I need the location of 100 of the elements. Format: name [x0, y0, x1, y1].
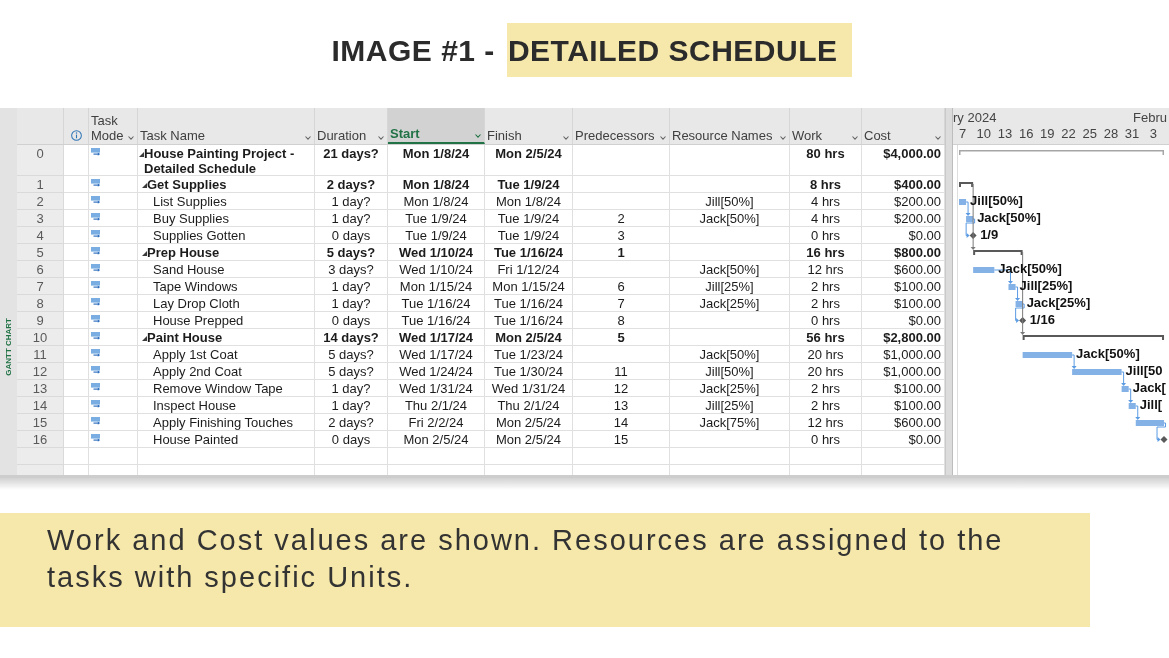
caption-text: Work and Cost values are shown. Resources are assigned to the tasks with specific Units. [47, 523, 1005, 595]
start-date-cell: Mon 1/8/24 [388, 193, 485, 210]
task-name-text: List Supplies [153, 194, 227, 209]
dependency-arrow [1135, 405, 1141, 420]
bar-label: Jack[25%] [1026, 294, 1091, 310]
dropdown-caret-icon[interactable] [305, 136, 311, 140]
row-number-cell[interactable]: 16 [17, 431, 64, 448]
dependency-arrow [1121, 371, 1127, 386]
duration-cell: 5 days? [315, 363, 388, 380]
row-number-cell[interactable]: 1 [17, 176, 64, 193]
duration-cell: 5 days? [315, 346, 388, 363]
dropdown-caret-icon[interactable] [852, 136, 858, 140]
row-number-cell[interactable]: 11 [17, 346, 64, 363]
dropdown-caret-icon[interactable] [935, 136, 941, 140]
row-number-cell[interactable]: 10 [17, 329, 64, 346]
finish-date-cell: Tue 1/9/24 [485, 227, 573, 244]
task-bar [1128, 403, 1136, 409]
cost-cell: $100.00 [862, 278, 945, 295]
collapse-arrow-icon[interactable] [142, 336, 147, 341]
predecessors-cell: 14 [573, 414, 670, 431]
task-name-text: Apply Finishing Touches [153, 415, 293, 430]
dependency-arrow [1128, 388, 1134, 403]
row-number-cell[interactable] [17, 448, 64, 465]
predecessors-cell: 11 [573, 363, 670, 380]
task-name-text: Paint House [147, 330, 223, 345]
task-name-text: Supplies Gotten [153, 228, 246, 243]
timescale-day-label: 16 [1017, 126, 1035, 141]
resource-names-cell: Jack[75%] [670, 414, 790, 431]
dropdown-caret-icon[interactable] [128, 136, 134, 140]
row-number-cell[interactable]: 9 [17, 312, 64, 329]
timescale-day-label: 28 [1102, 126, 1120, 141]
row-number-cell[interactable]: 8 [17, 295, 64, 312]
bar-label: Jill[25%] [1019, 277, 1073, 293]
collapse-arrow-icon[interactable] [139, 152, 144, 157]
dropdown-caret-icon[interactable] [378, 136, 384, 140]
column-header[interactable]: Task Mode [89, 108, 138, 144]
predecessors-cell: 13 [573, 397, 670, 414]
row-number-cell[interactable]: 4 [17, 227, 64, 244]
start-date-cell: Wed 1/17/24 [388, 346, 485, 363]
finish-date-cell: Tue 1/16/24 [485, 312, 573, 329]
task-name-text: Apply 1st Coat [153, 347, 238, 362]
column-header[interactable]: Resource Names [670, 108, 790, 144]
duration-cell: 2 days? [315, 414, 388, 431]
dropdown-caret-icon[interactable] [475, 134, 481, 138]
highlighted-title-text: DETAILED SCHEDULE [506, 23, 852, 77]
work-cell: 0 hrs [790, 227, 862, 244]
duration-cell: 14 days? [315, 329, 388, 346]
duration-cell: 5 days? [315, 244, 388, 261]
start-date-cell: Wed 1/24/24 [388, 363, 485, 380]
row-number-cell[interactable]: 7 [17, 278, 64, 295]
start-date-cell: Wed 1/31/24 [388, 380, 485, 397]
finish-date-cell: Tue 1/16/24 [485, 244, 573, 261]
cost-cell: $800.00 [862, 244, 945, 261]
finish-date-cell: Tue 1/9/24 [485, 176, 573, 193]
row-number-cell[interactable]: 13 [17, 380, 64, 397]
predecessors-cell: 6 [573, 278, 670, 295]
column-header[interactable]: Work [790, 108, 862, 144]
row-number-cell[interactable]: 0 [17, 145, 64, 176]
collapse-arrow-icon[interactable] [142, 251, 147, 256]
view-label[interactable]: GANTT CHART [4, 318, 13, 376]
task-bar [1121, 386, 1129, 392]
work-cell: 20 hrs [790, 346, 862, 363]
resource-names-cell: Jill[25%] [670, 278, 790, 295]
column-header[interactable]: Task Name [138, 108, 315, 144]
row-number-cell[interactable]: 2 [17, 193, 64, 210]
column-header[interactable]: Start [388, 108, 485, 144]
bar-label: Jill[50 [1125, 362, 1163, 378]
task-bar [973, 267, 995, 273]
finish-date-cell: Mon 1/8/24 [485, 193, 573, 210]
work-cell: 2 hrs [790, 278, 862, 295]
timescale-month-label: Febru [1133, 110, 1167, 126]
predecessors-cell: 12 [573, 380, 670, 397]
row-number-cell[interactable]: 5 [17, 244, 64, 261]
row-number-cell[interactable]: 6 [17, 261, 64, 278]
work-cell: 12 hrs [790, 414, 862, 431]
task-name-text: Sand House [153, 262, 225, 277]
column-header[interactable]: Predecessors [573, 108, 670, 144]
task-bar [959, 199, 967, 205]
row-number-cell[interactable]: 12 [17, 363, 64, 380]
row-number-cell[interactable]: 14 [17, 397, 64, 414]
cost-cell: $600.00 [862, 414, 945, 431]
dropdown-caret-icon[interactable] [780, 136, 786, 140]
timescale-month-label: ry 2024 [953, 110, 997, 126]
collapse-arrow-icon[interactable] [142, 183, 147, 188]
column-header[interactable]: Finish [485, 108, 573, 144]
timescale-day-label: 3 [1148, 126, 1158, 141]
dropdown-caret-icon[interactable] [563, 136, 569, 140]
task-name-text: Prep House [147, 245, 220, 260]
predecessors-cell: 7 [573, 295, 670, 312]
predecessors-cell: 8 [573, 312, 670, 329]
row-number-cell[interactable]: 3 [17, 210, 64, 227]
start-date-cell: Thu 2/1/24 [388, 397, 485, 414]
task-bar [1072, 369, 1122, 375]
work-cell: 2 hrs [790, 397, 862, 414]
finish-date-cell: Mon 2/5/24 [485, 145, 573, 176]
task-bar [1135, 420, 1165, 426]
row-number-cell[interactable]: 15 [17, 414, 64, 431]
task-bar [1022, 352, 1073, 358]
duration-cell: 2 days? [315, 176, 388, 193]
dropdown-caret-icon[interactable] [660, 136, 666, 140]
